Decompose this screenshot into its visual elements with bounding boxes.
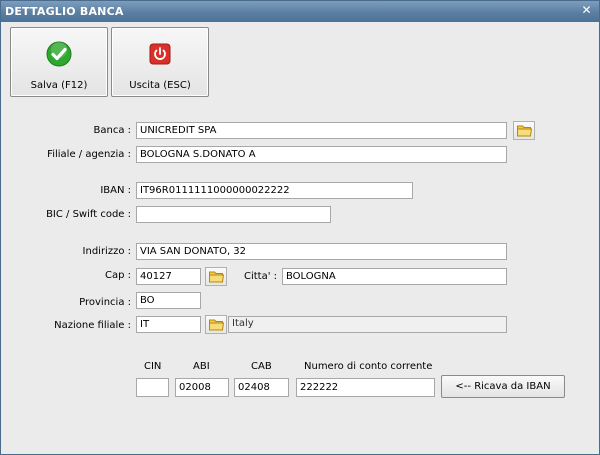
bic-field[interactable] (136, 206, 331, 223)
nazione-name-field: Italy (228, 316, 507, 333)
save-button[interactable]: Salva (F12) (10, 27, 108, 97)
indirizzo-label: Indirizzo : (82, 246, 131, 257)
banca-field[interactable]: UNICREDIT SPA (136, 122, 507, 139)
iban-label: IBAN : (100, 185, 131, 196)
cab-label: CAB (251, 361, 272, 372)
indirizzo-field[interactable]: VIA SAN DONATO, 32 (136, 243, 507, 260)
nazione-code-field[interactable]: IT (136, 316, 201, 333)
abi-field[interactable]: 02008 (175, 378, 229, 397)
citta-field[interactable]: BOLOGNA (282, 268, 507, 285)
exit-button-label: Uscita (ESC) (129, 80, 191, 91)
banca-browse-button[interactable] (513, 121, 535, 140)
bic-label: BIC / Swift code : (46, 209, 131, 220)
cap-label: Cap : (104, 270, 131, 281)
conto-label: Numero di conto corrente (304, 361, 433, 372)
power-icon (149, 43, 171, 65)
folder-icon (209, 319, 224, 331)
window-title: DETTAGLIO BANCA (5, 5, 124, 18)
checkmark-icon (46, 41, 72, 67)
cap-browse-button[interactable] (205, 267, 227, 286)
conto-field[interactable]: 222222 (296, 378, 435, 397)
filiale-label: Filiale / agenzia : (47, 149, 131, 160)
nazione-label: Nazione filiale : (54, 320, 131, 331)
cin-field[interactable] (136, 378, 169, 397)
banca-label: Banca : (93, 125, 132, 136)
filiale-field[interactable]: BOLOGNA S.DONATO A (136, 146, 507, 163)
title-bar[interactable]: DETTAGLIO BANCA ✕ (1, 1, 599, 22)
save-button-label: Salva (F12) (30, 80, 88, 91)
cab-field[interactable]: 02408 (234, 378, 289, 397)
iban-field[interactable]: IT96R0111111000000022222 (136, 182, 413, 199)
exit-button[interactable]: Uscita (ESC) (111, 27, 209, 97)
provincia-label: Provincia : (79, 297, 131, 308)
cin-label: CIN (144, 361, 162, 372)
citta-label: Citta' : (244, 271, 278, 282)
close-icon[interactable]: ✕ (580, 4, 593, 17)
bank-detail-window: DETTAGLIO BANCA ✕ Salva (F12) Uscita (ES… (0, 0, 600, 455)
folder-icon (209, 271, 224, 283)
cap-field[interactable]: 40127 (136, 268, 201, 285)
ricava-da-iban-button[interactable]: <-- Ricava da IBAN (441, 375, 565, 398)
provincia-field[interactable]: BO (136, 292, 201, 309)
abi-label: ABI (193, 361, 210, 372)
folder-icon (517, 125, 532, 137)
nazione-browse-button[interactable] (205, 315, 227, 334)
